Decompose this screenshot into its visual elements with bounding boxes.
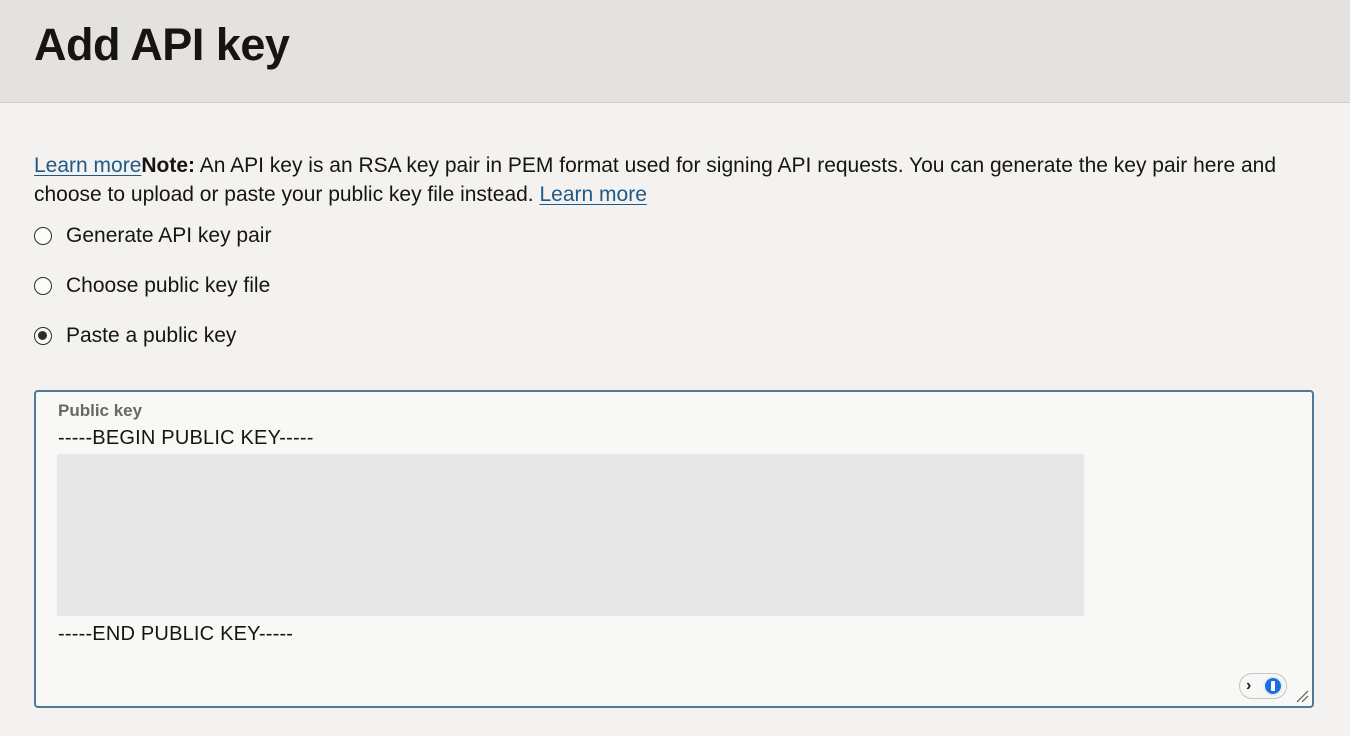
info-note: Learn moreNote: An API key is an RSA key… <box>34 151 1350 209</box>
radio-paste-public-key[interactable]: Paste a public key <box>34 321 236 351</box>
redacted-key-content <box>57 454 1084 616</box>
note-text: An API key is an RSA key pair in PEM for… <box>195 154 1277 177</box>
radio-button[interactable] <box>34 227 52 245</box>
radio-label: Choose public key file <box>66 274 271 297</box>
radio-button[interactable] <box>34 277 52 295</box>
radio-choose-public-key-file[interactable]: Choose public key file <box>34 271 270 301</box>
page-header: Add API key <box>0 0 1350 103</box>
password-manager-widget[interactable]: › <box>1239 673 1287 699</box>
public-key-textarea[interactable]: Public key -----BEGIN PUBLIC KEY----- --… <box>34 390 1314 708</box>
note-line-2: choose to upload or paste your public ke… <box>34 180 1350 209</box>
learn-more-link[interactable]: Learn more <box>34 154 141 177</box>
learn-more-link-2[interactable]: Learn more <box>539 183 646 206</box>
radio-button-selected[interactable] <box>34 327 52 345</box>
public-key-label: Public key <box>58 401 143 420</box>
radio-generate-key-pair[interactable]: Generate API key pair <box>34 221 271 251</box>
radio-label: Paste a public key <box>66 324 237 347</box>
chevron-right-icon[interactable]: › <box>1246 678 1251 694</box>
resize-grip-icon[interactable] <box>1295 689 1309 703</box>
note-label: Note: <box>141 154 196 177</box>
password-manager-icon[interactable] <box>1263 676 1283 696</box>
radio-label: Generate API key pair <box>66 224 272 247</box>
note-text-continued: choose to upload or paste your public ke… <box>34 183 540 206</box>
note-line-1: Learn moreNote: An API key is an RSA key… <box>34 151 1350 180</box>
key-begin-line: -----BEGIN PUBLIC KEY----- <box>58 427 314 449</box>
key-end-line: -----END PUBLIC KEY----- <box>58 623 294 645</box>
page-title: Add API key <box>34 19 290 70</box>
